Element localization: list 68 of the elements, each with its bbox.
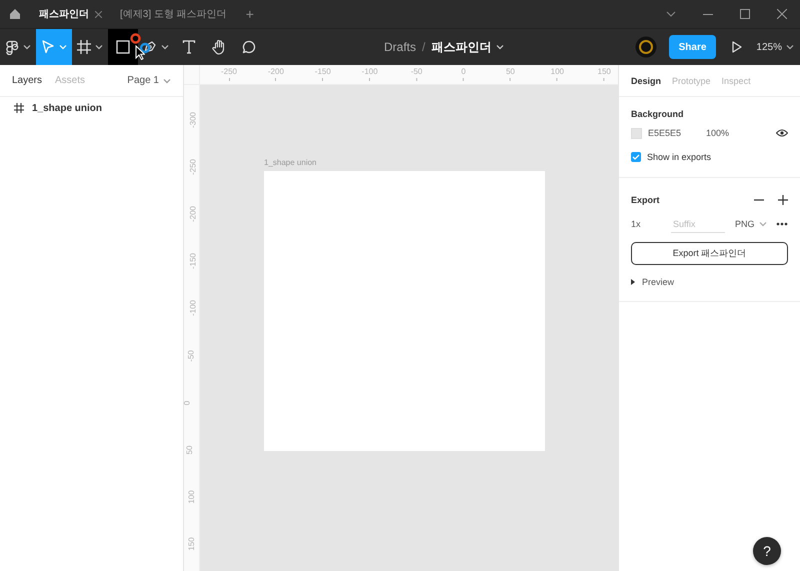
ruler-label: 50 bbox=[506, 67, 515, 76]
ruler-label: -50 bbox=[410, 67, 422, 76]
ruler-label: -150 bbox=[188, 253, 198, 270]
new-tab-button[interactable]: + bbox=[246, 6, 254, 22]
section-title: Background bbox=[631, 108, 685, 121]
chevron-down-icon[interactable] bbox=[496, 44, 504, 50]
frame-icon[interactable] bbox=[77, 40, 91, 54]
text-icon[interactable] bbox=[182, 40, 196, 54]
checkbox-label: Show in exports bbox=[647, 152, 712, 162]
panel-tab[interactable]: Design bbox=[631, 76, 662, 86]
pen-icon[interactable] bbox=[143, 40, 157, 54]
chevron-down-icon[interactable] bbox=[161, 44, 169, 50]
avatar-icon[interactable] bbox=[634, 36, 657, 58]
plus-icon[interactable] bbox=[778, 195, 788, 205]
more-icon[interactable] bbox=[776, 222, 788, 226]
close-icon[interactable] bbox=[776, 9, 786, 19]
chevron-down-icon[interactable] bbox=[786, 44, 794, 50]
zoom-menu[interactable]: 125% bbox=[756, 42, 794, 52]
preview-toggle[interactable]: Preview bbox=[631, 271, 788, 293]
ruler-label: -150 bbox=[314, 67, 331, 76]
triangle-right-icon[interactable] bbox=[631, 279, 635, 285]
ruler-label: 150 bbox=[187, 537, 196, 551]
ruler-label: 50 bbox=[184, 445, 194, 454]
ruler-label: 100 bbox=[550, 67, 564, 76]
ruler-label: 150 bbox=[598, 67, 611, 76]
cursor-icon bbox=[135, 45, 145, 60]
speech-bubble-icon[interactable] bbox=[242, 40, 256, 54]
frame-icon bbox=[14, 103, 24, 113]
rectangle-icon[interactable] bbox=[116, 40, 130, 54]
ruler-label: -100 bbox=[188, 300, 198, 316]
folder-link[interactable]: Drafts bbox=[384, 40, 416, 54]
rectangle-tool[interactable] bbox=[108, 29, 138, 65]
close-icon[interactable] bbox=[95, 10, 102, 18]
panel-tab[interactable]: Layers bbox=[12, 75, 42, 86]
color-value[interactable]: E5E5E5 bbox=[648, 128, 700, 138]
layer-item[interactable]: 1_shape union bbox=[0, 97, 183, 119]
ruler-label: -250 bbox=[221, 67, 237, 76]
scale-value[interactable]: 1x bbox=[631, 219, 661, 229]
chevron-down-icon[interactable] bbox=[23, 44, 31, 50]
file-name-menu[interactable]: 패스파인더 bbox=[431, 38, 504, 56]
maximize-icon[interactable] bbox=[740, 9, 750, 19]
home-icon[interactable] bbox=[9, 8, 21, 20]
ruler-label: -50 bbox=[186, 350, 196, 362]
ruler-label: -100 bbox=[362, 67, 378, 76]
eye-icon[interactable] bbox=[776, 129, 788, 137]
hand-icon[interactable] bbox=[212, 39, 226, 55]
play-icon[interactable] bbox=[732, 41, 742, 53]
color-swatch[interactable] bbox=[631, 128, 642, 138]
breadcrumb-separator: / bbox=[422, 40, 426, 54]
export-button[interactable]: Export 패스파인더 bbox=[631, 242, 788, 265]
page-menu[interactable]: Page 1 bbox=[127, 75, 171, 86]
figma-logo-icon[interactable] bbox=[5, 39, 19, 55]
file-tab[interactable]: [예제3] 도형 패스파인더 bbox=[111, 0, 236, 28]
chevron-down-icon[interactable] bbox=[666, 11, 676, 17]
opacity-value[interactable]: 100% bbox=[706, 128, 730, 138]
format-menu[interactable]: PNG bbox=[735, 219, 767, 229]
ruler-label: -200 bbox=[268, 67, 284, 76]
ruler-label: -200 bbox=[188, 206, 198, 222]
checkbox[interactable] bbox=[631, 152, 641, 162]
section-title: Export bbox=[631, 194, 660, 207]
ruler-label: 100 bbox=[187, 490, 196, 504]
ruler-label: -300 bbox=[188, 112, 198, 128]
ruler-label: -250 bbox=[188, 159, 198, 176]
chevron-down-icon[interactable] bbox=[95, 44, 103, 50]
ruler-label: 0 bbox=[461, 67, 466, 76]
ruler-label: 0 bbox=[184, 400, 192, 405]
file-tab[interactable]: 패스파인더 bbox=[30, 0, 111, 28]
pointer-icon[interactable] bbox=[41, 40, 55, 54]
